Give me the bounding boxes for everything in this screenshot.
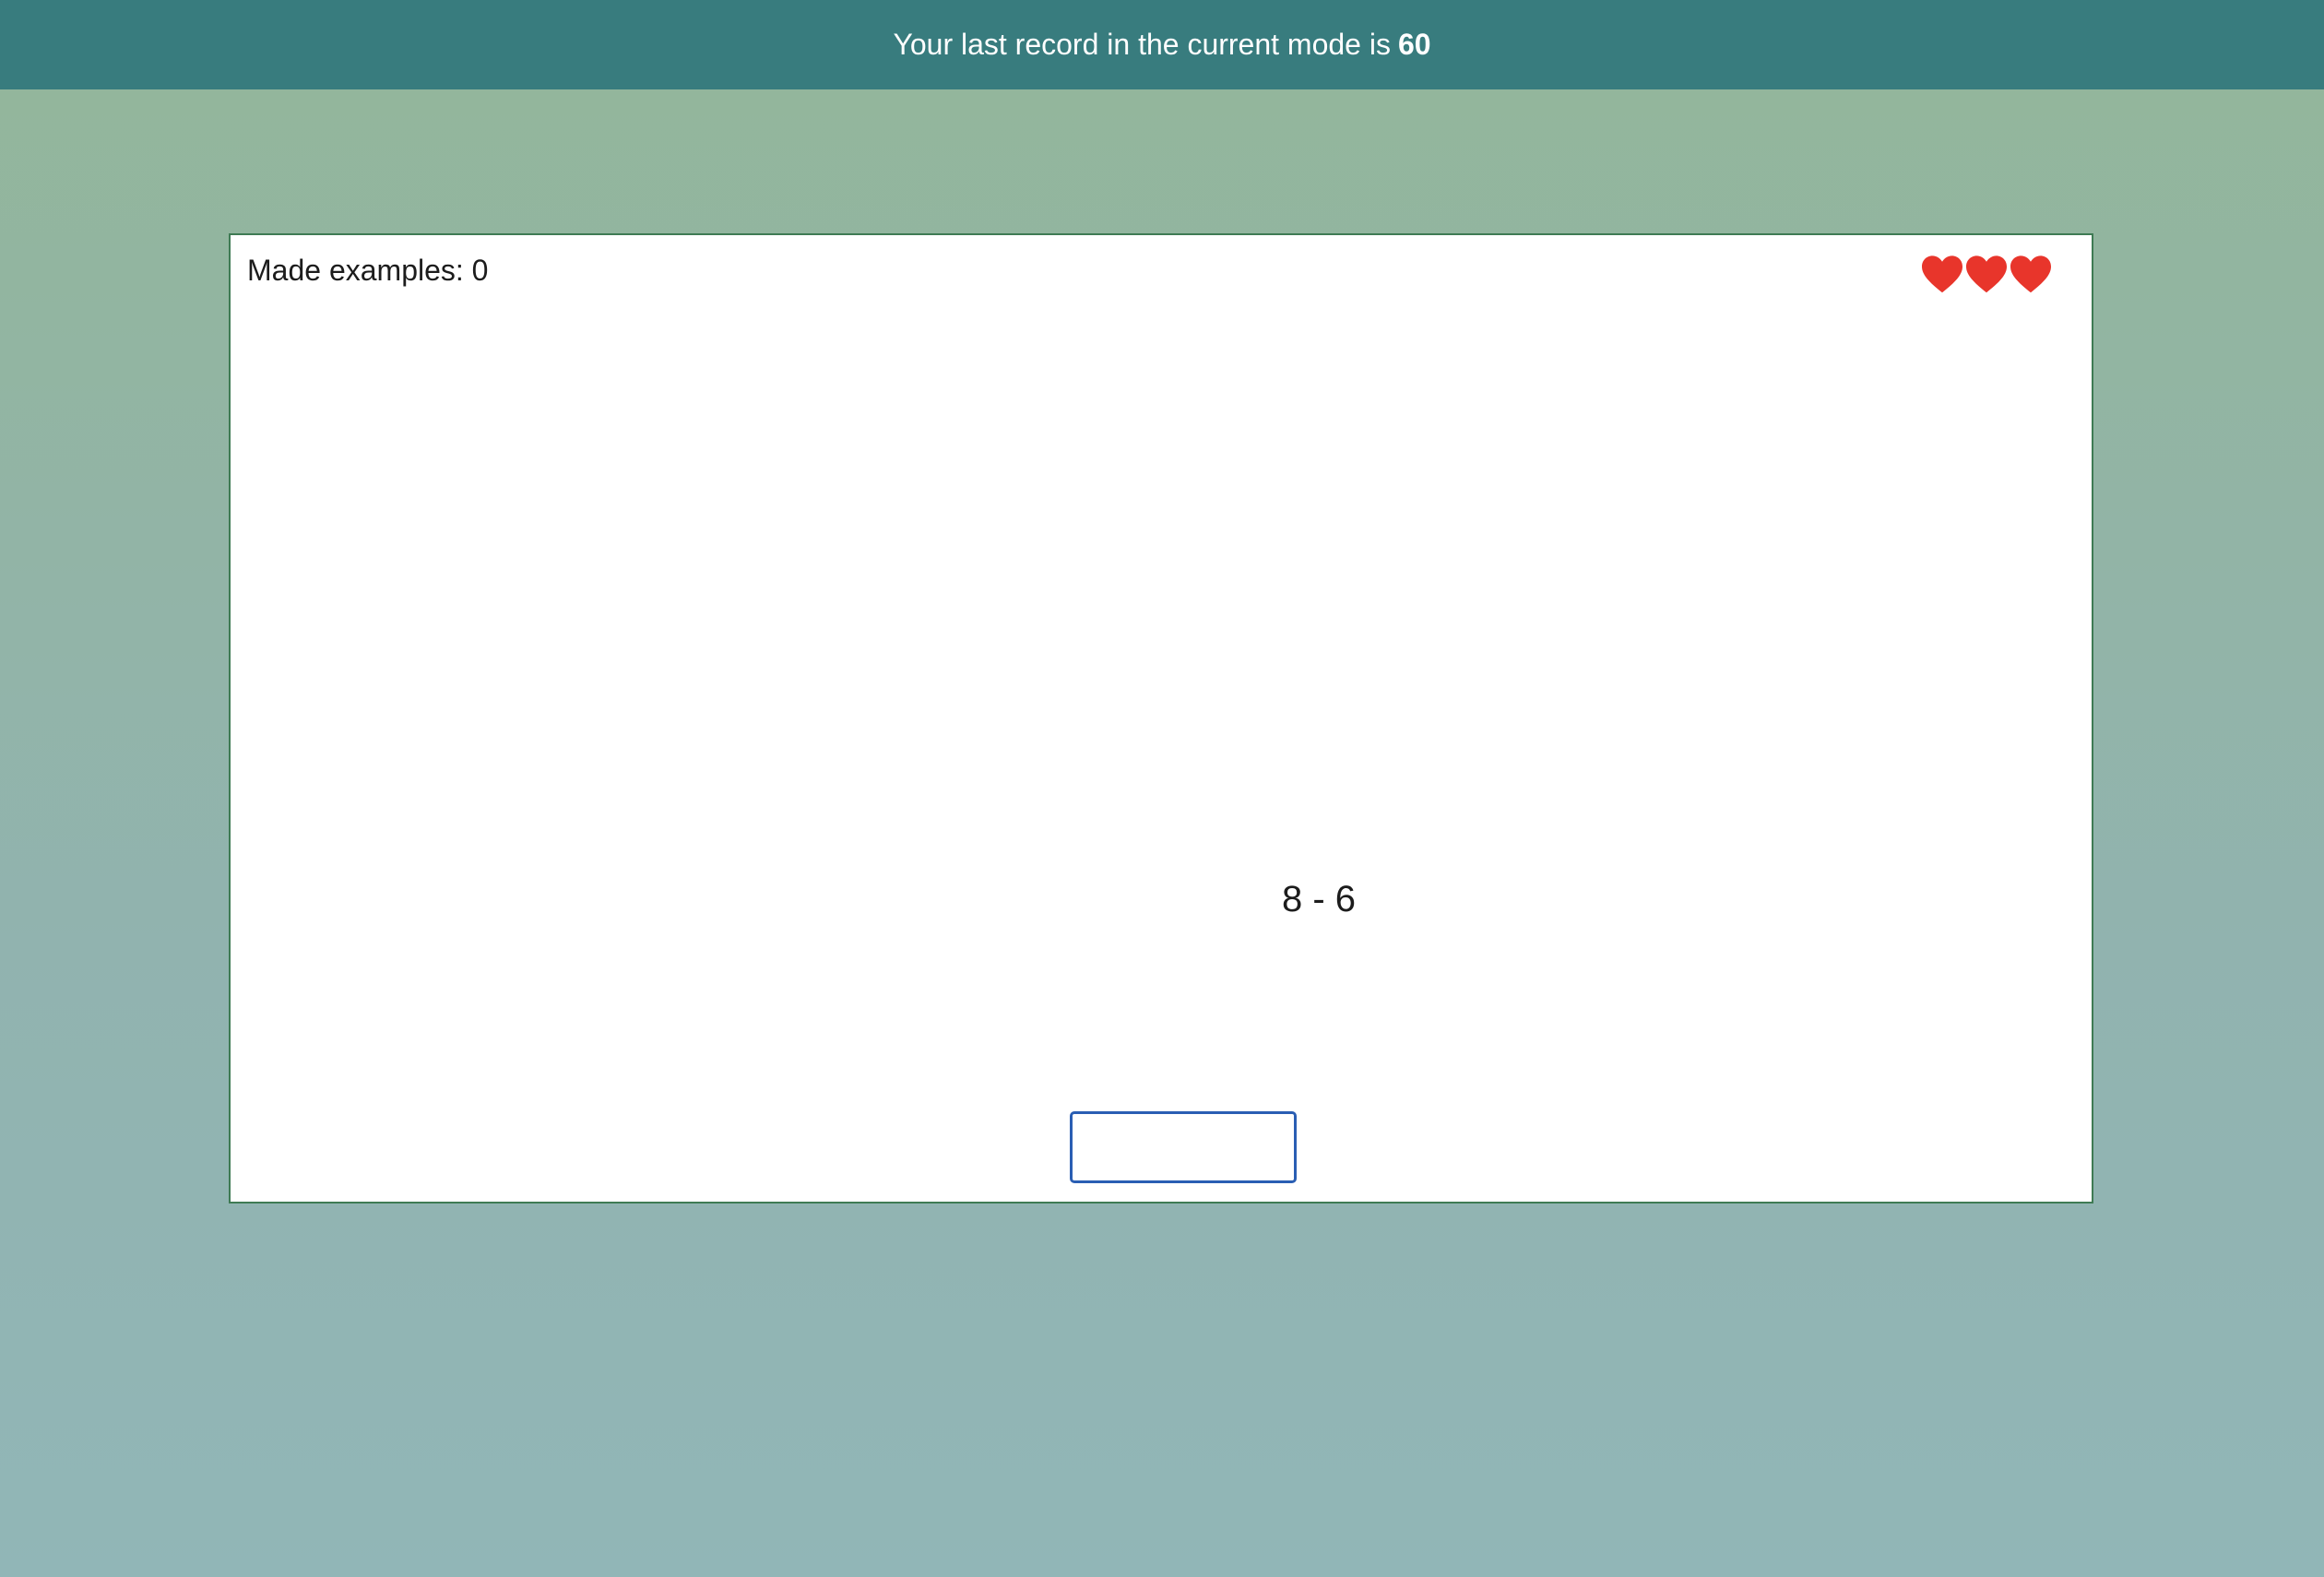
answer-input[interactable] xyxy=(1070,1111,1297,1183)
made-examples-counter: Made examples: 0 xyxy=(247,254,489,287)
heart-icon xyxy=(1966,255,2007,293)
record-value: 60 xyxy=(1397,28,1431,61)
math-expression: 8 - 6 xyxy=(1281,879,1357,919)
record-text: Your last record in the current mode is xyxy=(893,28,1391,61)
game-area: Made examples: 0 8 - 6 xyxy=(229,233,2093,1204)
heart-icon xyxy=(1922,255,1962,293)
lives-indicator xyxy=(1922,255,2051,294)
heart-icon xyxy=(2010,255,2051,293)
record-banner: Your last record in the current mode is … xyxy=(0,0,2324,89)
